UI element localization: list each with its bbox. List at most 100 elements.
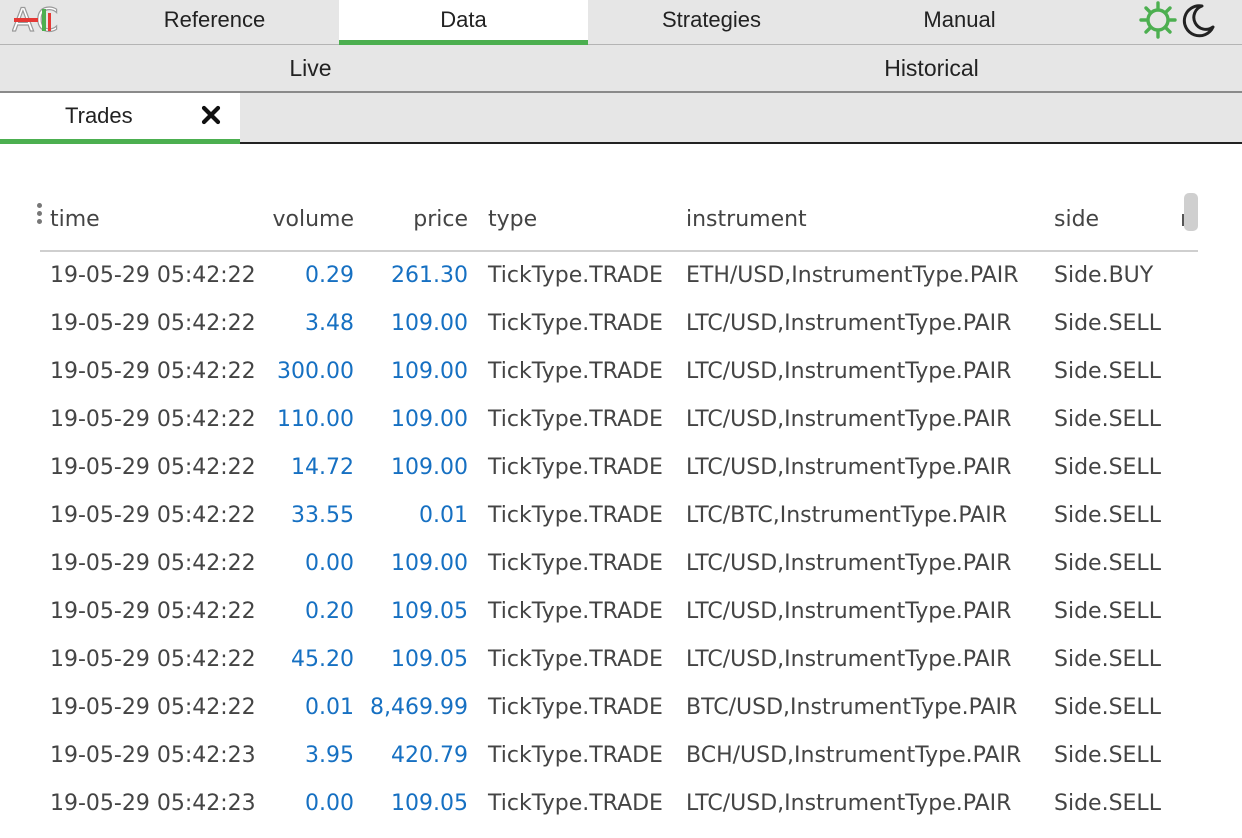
table-row[interactable]: 19-05-29 05:42:22 45.20 109.05 TickType.TRA… [40, 636, 1198, 684]
tab-reference[interactable]: Reference [90, 0, 339, 45]
grid-header: time volume price type instrument side r… [37, 192, 1198, 252]
cell-price: 109.00 [391, 311, 468, 336]
cell-instrument: BCH/USD,InstrumentType.PAIR [686, 743, 1022, 768]
cell-volume: 0.29 [305, 263, 354, 288]
cell-price: 109.00 [391, 359, 468, 384]
cell-instrument: LTC/BTC,InstrumentType.PAIR [686, 503, 1007, 528]
cell-type: TickType.TRADE [488, 791, 663, 816]
cell-volume: 0.00 [305, 551, 354, 576]
gear-icon[interactable] [1138, 0, 1178, 40]
cell-volume: 33.55 [291, 503, 354, 528]
panel-tab-label: Trades [65, 103, 133, 128]
cell-volume: 3.95 [305, 743, 354, 768]
header-instrument[interactable]: instrument [686, 192, 807, 248]
tab-strategies[interactable]: Strategies [587, 0, 836, 45]
cell-side: Side.SELL [1054, 647, 1161, 672]
panel-tab-bar: Trades [0, 93, 1242, 144]
cell-time: 19-05-29 05:42:22 [50, 311, 256, 336]
tab-data[interactable]: Data [339, 0, 588, 45]
cell-side: Side.SELL [1054, 311, 1161, 336]
horizontal-scrollbar-thumb[interactable] [1184, 193, 1198, 231]
cell-price: 420.79 [391, 743, 468, 768]
cell-time: 19-05-29 05:42:22 [50, 695, 256, 720]
table-row[interactable]: 19-05-29 05:42:22 300.00 109.00 TickType.TR… [40, 348, 1198, 396]
table-row[interactable]: 19-05-29 05:42:22 0.20 109.05 TickType.TRAD… [40, 588, 1198, 636]
table-row[interactable]: 19-05-29 05:42:22 33.55 0.01 TickType.TRADE… [40, 492, 1198, 540]
cell-type: TickType.TRADE [488, 551, 663, 576]
cell-time: 19-05-29 05:42:22 [50, 455, 256, 480]
header-volume[interactable]: volume [240, 192, 354, 248]
logo-mark: A C [11, 0, 59, 39]
cell-side: Side.SELL [1054, 791, 1161, 816]
cell-time: 19-05-29 05:42:22 [50, 647, 256, 672]
cell-instrument: ETH/USD,InstrumentType.PAIR [686, 263, 1019, 288]
cell-type: TickType.TRADE [488, 503, 663, 528]
cell-time: 19-05-29 05:42:22 [50, 599, 256, 624]
cell-time: 19-05-29 05:42:22 [50, 359, 256, 384]
cell-instrument: LTC/USD,InstrumentType.PAIR [686, 311, 1012, 336]
cell-volume: 0.00 [305, 791, 354, 816]
cell-type: TickType.TRADE [488, 599, 663, 624]
close-icon[interactable] [201, 105, 221, 125]
cell-volume: 300.00 [277, 359, 354, 384]
panel-tab-trades[interactable]: Trades [0, 93, 240, 144]
cell-instrument: BTC/USD,InstrumentType.PAIR [686, 695, 1018, 720]
cell-type: TickType.TRADE [488, 311, 663, 336]
moon-icon[interactable] [1180, 2, 1216, 38]
cell-volume: 0.01 [305, 695, 354, 720]
svg-text:C: C [36, 3, 58, 35]
cell-time: 19-05-29 05:42:22 [50, 263, 256, 288]
cell-time: 19-05-29 05:42:22 [50, 551, 256, 576]
tab-manual[interactable]: Manual [835, 0, 1084, 45]
table-row[interactable]: 19-05-29 05:42:23 0.00 109.05 TickType.TRAD… [40, 780, 1198, 828]
cell-instrument: LTC/USD,InstrumentType.PAIR [686, 455, 1012, 480]
column-menu-icon[interactable] [36, 203, 44, 225]
cell-type: TickType.TRADE [488, 407, 663, 432]
table-row[interactable]: 19-05-29 05:42:22 0.01 8,469.99 TickType.TR… [40, 684, 1198, 732]
cell-type: TickType.TRADE [488, 743, 663, 768]
cell-price: 109.00 [391, 407, 468, 432]
app-logo[interactable]: A C [11, 0, 72, 39]
cell-instrument: LTC/USD,InstrumentType.PAIR [686, 791, 1012, 816]
cell-side: Side.SELL [1054, 551, 1161, 576]
cell-side: Side.SELL [1054, 695, 1161, 720]
tab-live[interactable]: Live [0, 45, 621, 91]
cell-price: 8,469.99 [370, 695, 468, 720]
cell-type: TickType.TRADE [488, 647, 663, 672]
cell-time: 19-05-29 05:42:22 [50, 503, 256, 528]
cell-time: 19-05-29 05:42:22 [50, 407, 256, 432]
cell-type: TickType.TRADE [488, 455, 663, 480]
table-row[interactable]: 19-05-29 05:42:22 14.72 109.00 TickType.TRA… [40, 444, 1198, 492]
cell-type: TickType.TRADE [488, 263, 663, 288]
cell-price: 261.30 [391, 263, 468, 288]
table-row[interactable]: 19-05-29 05:42:22 0.29 261.30 TickType.TRAD… [40, 252, 1198, 300]
table-row[interactable]: 19-05-29 05:42:22 110.00 109.00 TickType.TR… [40, 396, 1198, 444]
header-price[interactable]: price [360, 192, 468, 248]
cell-side: Side.BUY [1054, 263, 1154, 288]
cell-volume: 3.48 [305, 311, 354, 336]
trades-grid: time volume price type instrument side r… [37, 192, 1198, 828]
cell-type: TickType.TRADE [488, 695, 663, 720]
tab-historical[interactable]: Historical [621, 45, 1242, 91]
cell-side: Side.SELL [1054, 407, 1161, 432]
cell-side: Side.SELL [1054, 359, 1161, 384]
cell-volume: 0.20 [305, 599, 354, 624]
cell-instrument: LTC/USD,InstrumentType.PAIR [686, 359, 1012, 384]
top-nav-bar: A C Reference Data Strategies Manual [0, 0, 1242, 45]
table-row[interactable]: 19-05-29 05:42:22 0.00 109.00 TickType.TRAD… [40, 540, 1198, 588]
sub-nav-bar: Live Historical [0, 45, 1242, 93]
table-row[interactable]: 19-05-29 05:42:23 3.95 420.79 TickType.TRAD… [40, 732, 1198, 780]
table-row[interactable]: 19-05-29 05:42:22 3.48 109.00 TickType.TRAD… [40, 300, 1198, 348]
header-side[interactable]: side [1054, 192, 1099, 248]
cell-side: Side.SELL [1054, 503, 1161, 528]
cell-type: TickType.TRADE [488, 359, 663, 384]
cell-instrument: LTC/USD,InstrumentType.PAIR [686, 647, 1012, 672]
cell-time: 19-05-29 05:42:23 [50, 743, 256, 768]
cell-volume: 14.72 [291, 455, 354, 480]
header-type[interactable]: type [488, 192, 537, 248]
cell-price: 109.05 [391, 599, 468, 624]
cell-side: Side.SELL [1054, 455, 1161, 480]
header-time[interactable]: time [50, 192, 100, 248]
cell-price: 109.00 [391, 455, 468, 480]
theme-controls [1138, 0, 1216, 40]
